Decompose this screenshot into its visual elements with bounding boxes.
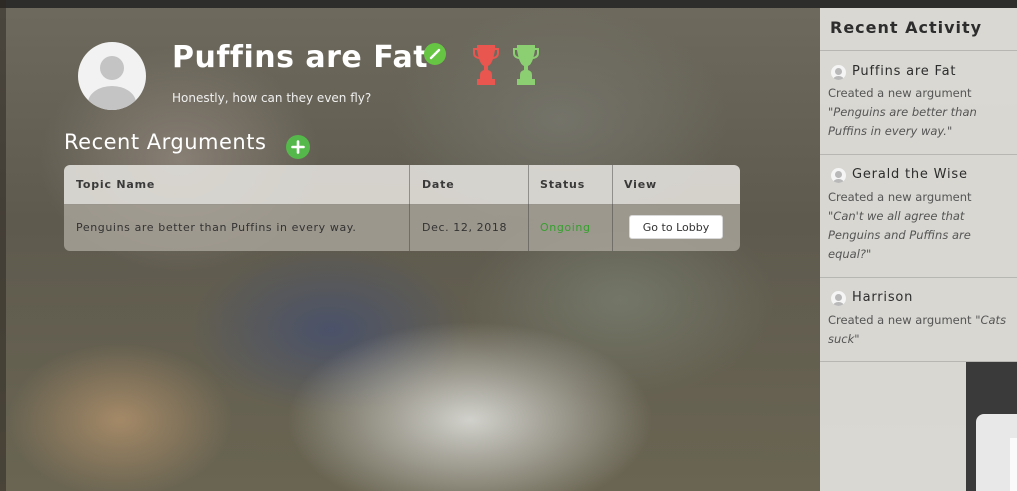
activity-text: Created a new argument (828, 190, 972, 204)
divider (820, 154, 1017, 155)
profile-tagline: Honestly, how can they even fly? (172, 91, 372, 105)
arguments-table: Topic Name Date Status View Penguins are… (64, 165, 740, 251)
user-avatar-icon (831, 291, 846, 306)
go-to-lobby-button[interactable]: Go to Lobby (629, 215, 723, 239)
column-header-view: View (624, 178, 657, 191)
column-header-topic: Topic Name (76, 178, 156, 191)
activity-quote: "Cats (975, 313, 1007, 327)
table-header: Topic Name Date Status View (64, 165, 740, 204)
top-bar (0, 0, 1017, 8)
activity-user-name[interactable]: Gerald the Wise (852, 167, 968, 182)
activity-quote: suck" (828, 332, 860, 346)
table-row: Penguins are better than Puffins in ever… (64, 204, 740, 251)
activity-quote: Puffins in every way." (828, 124, 953, 138)
column-header-status: Status (540, 178, 586, 191)
profile-avatar (78, 42, 146, 110)
edit-icon[interactable] (424, 43, 446, 65)
activity-user-name[interactable]: Puffins are Fat (852, 64, 956, 79)
trophy-green-icon (513, 45, 539, 85)
add-icon[interactable] (286, 135, 310, 159)
left-edge (0, 0, 6, 491)
corner-card-edge (1010, 438, 1017, 491)
activity-quote: Penguins and Puffins are (828, 228, 971, 242)
user-avatar-icon (831, 168, 846, 183)
activity-quote: equal?" (828, 247, 872, 261)
profile-name: Puffins are Fat (172, 40, 429, 75)
date-cell: Dec. 12, 2018 (422, 221, 508, 234)
activity-text-line: Created a new argument (828, 313, 972, 327)
activity-text: Created a new argument (828, 86, 972, 100)
recent-arguments-title: Recent Arguments (64, 130, 267, 154)
status-badge: Ongoing (540, 221, 591, 234)
activity-user-name[interactable]: Harrison (852, 290, 913, 305)
topic-cell: Penguins are better than Puffins in ever… (76, 221, 357, 234)
user-avatar-icon (831, 65, 846, 80)
activity-text: Created a new argument "Cats (828, 311, 1017, 330)
activity-quote: "Penguins are better than (828, 105, 977, 119)
divider (820, 277, 1017, 278)
activity-quote: "Can't we all agree that (828, 209, 965, 223)
trophy-red-icon (473, 45, 499, 85)
recent-activity-title: Recent Activity (830, 18, 983, 37)
divider (820, 50, 1017, 51)
column-header-date: Date (422, 178, 455, 191)
